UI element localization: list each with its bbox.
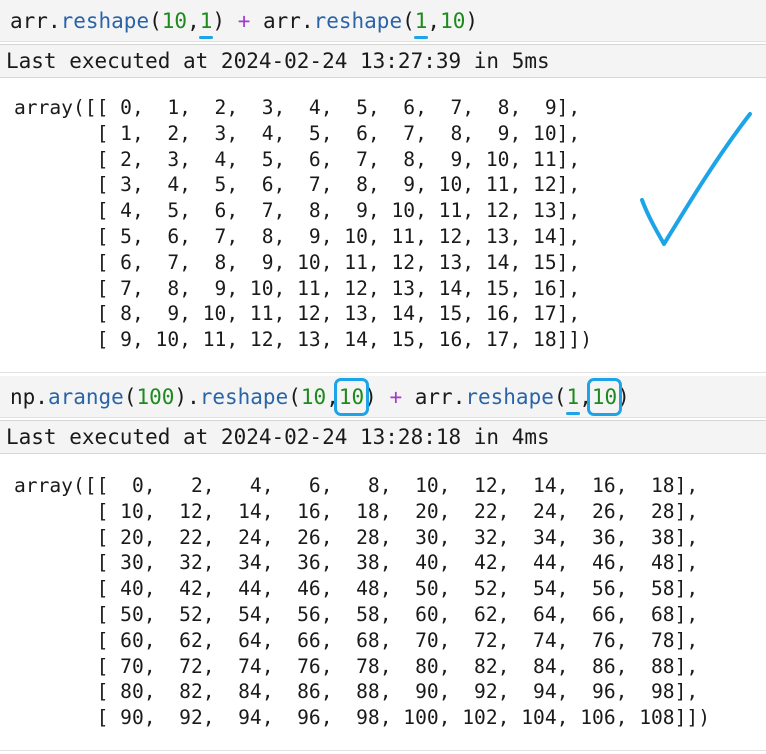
code-token: reshape [313,9,403,33]
exec-status-1: Last executed at 2024-02-24 13:27:39 in … [0,44,766,78]
code-token: ( [402,9,415,33]
code-token: reshape [60,9,150,33]
code-cell-2[interactable]: np.arange(100).reshape(10,10) + arr.resh… [0,376,766,418]
code-token: 10 [300,385,327,409]
code-token: arange [47,385,124,409]
code-token-boxed: 10 [333,376,370,418]
code-token-boxed: 10 [586,376,623,418]
code-token: arr [10,9,48,33]
cell-separator [0,750,766,751]
code-token-underlined: 1 [565,376,580,418]
code-token: ) [174,385,188,409]
code-token: arr [263,9,301,33]
code-token: + [389,385,403,409]
code-token: ) [465,9,479,33]
exec-status-2: Last executed at 2024-02-24 13:28:18 in … [0,420,766,454]
code-token: 100 [136,385,175,409]
code-token: 10 [440,9,466,33]
code-token: np [10,385,36,409]
code-token: + [237,9,251,33]
code-cell-1[interactable]: arr.reshape(10,1) + arr.reshape(1,10) [0,0,766,42]
cell-output-1: array([[ 0, 1, 2, 3, 4, 5, 6, 7, 8, 9], … [14,96,593,352]
cell-separator [0,372,766,373]
code-token: . [300,9,314,33]
code-token: . [187,385,200,409]
code-token: arr [414,385,453,409]
code-token: ) [212,9,226,33]
code-token: . [35,385,48,409]
code-token: ( [288,385,301,409]
code-token: reshape [199,385,289,409]
code-token: reshape [465,385,554,409]
notebook: arr.reshape(10,1) + arr.reshape(1,10) La… [0,0,766,754]
code-token: . [452,385,466,409]
cell-output-2: array([[ 0, 2, 4, 6, 8, 10, 12, 14, 16, … [14,474,710,730]
code-token: . [47,9,61,33]
code-token-underlined: 1 [413,0,429,42]
code-token: , [187,9,200,33]
code-token-underlined: 1 [198,0,214,42]
code-token: ( [553,385,567,409]
code-token: 10 [161,9,188,33]
code-token: ( [123,385,137,409]
checkmark-icon [640,112,752,246]
code-token: ( [149,9,162,33]
code-token: , [427,9,441,33]
